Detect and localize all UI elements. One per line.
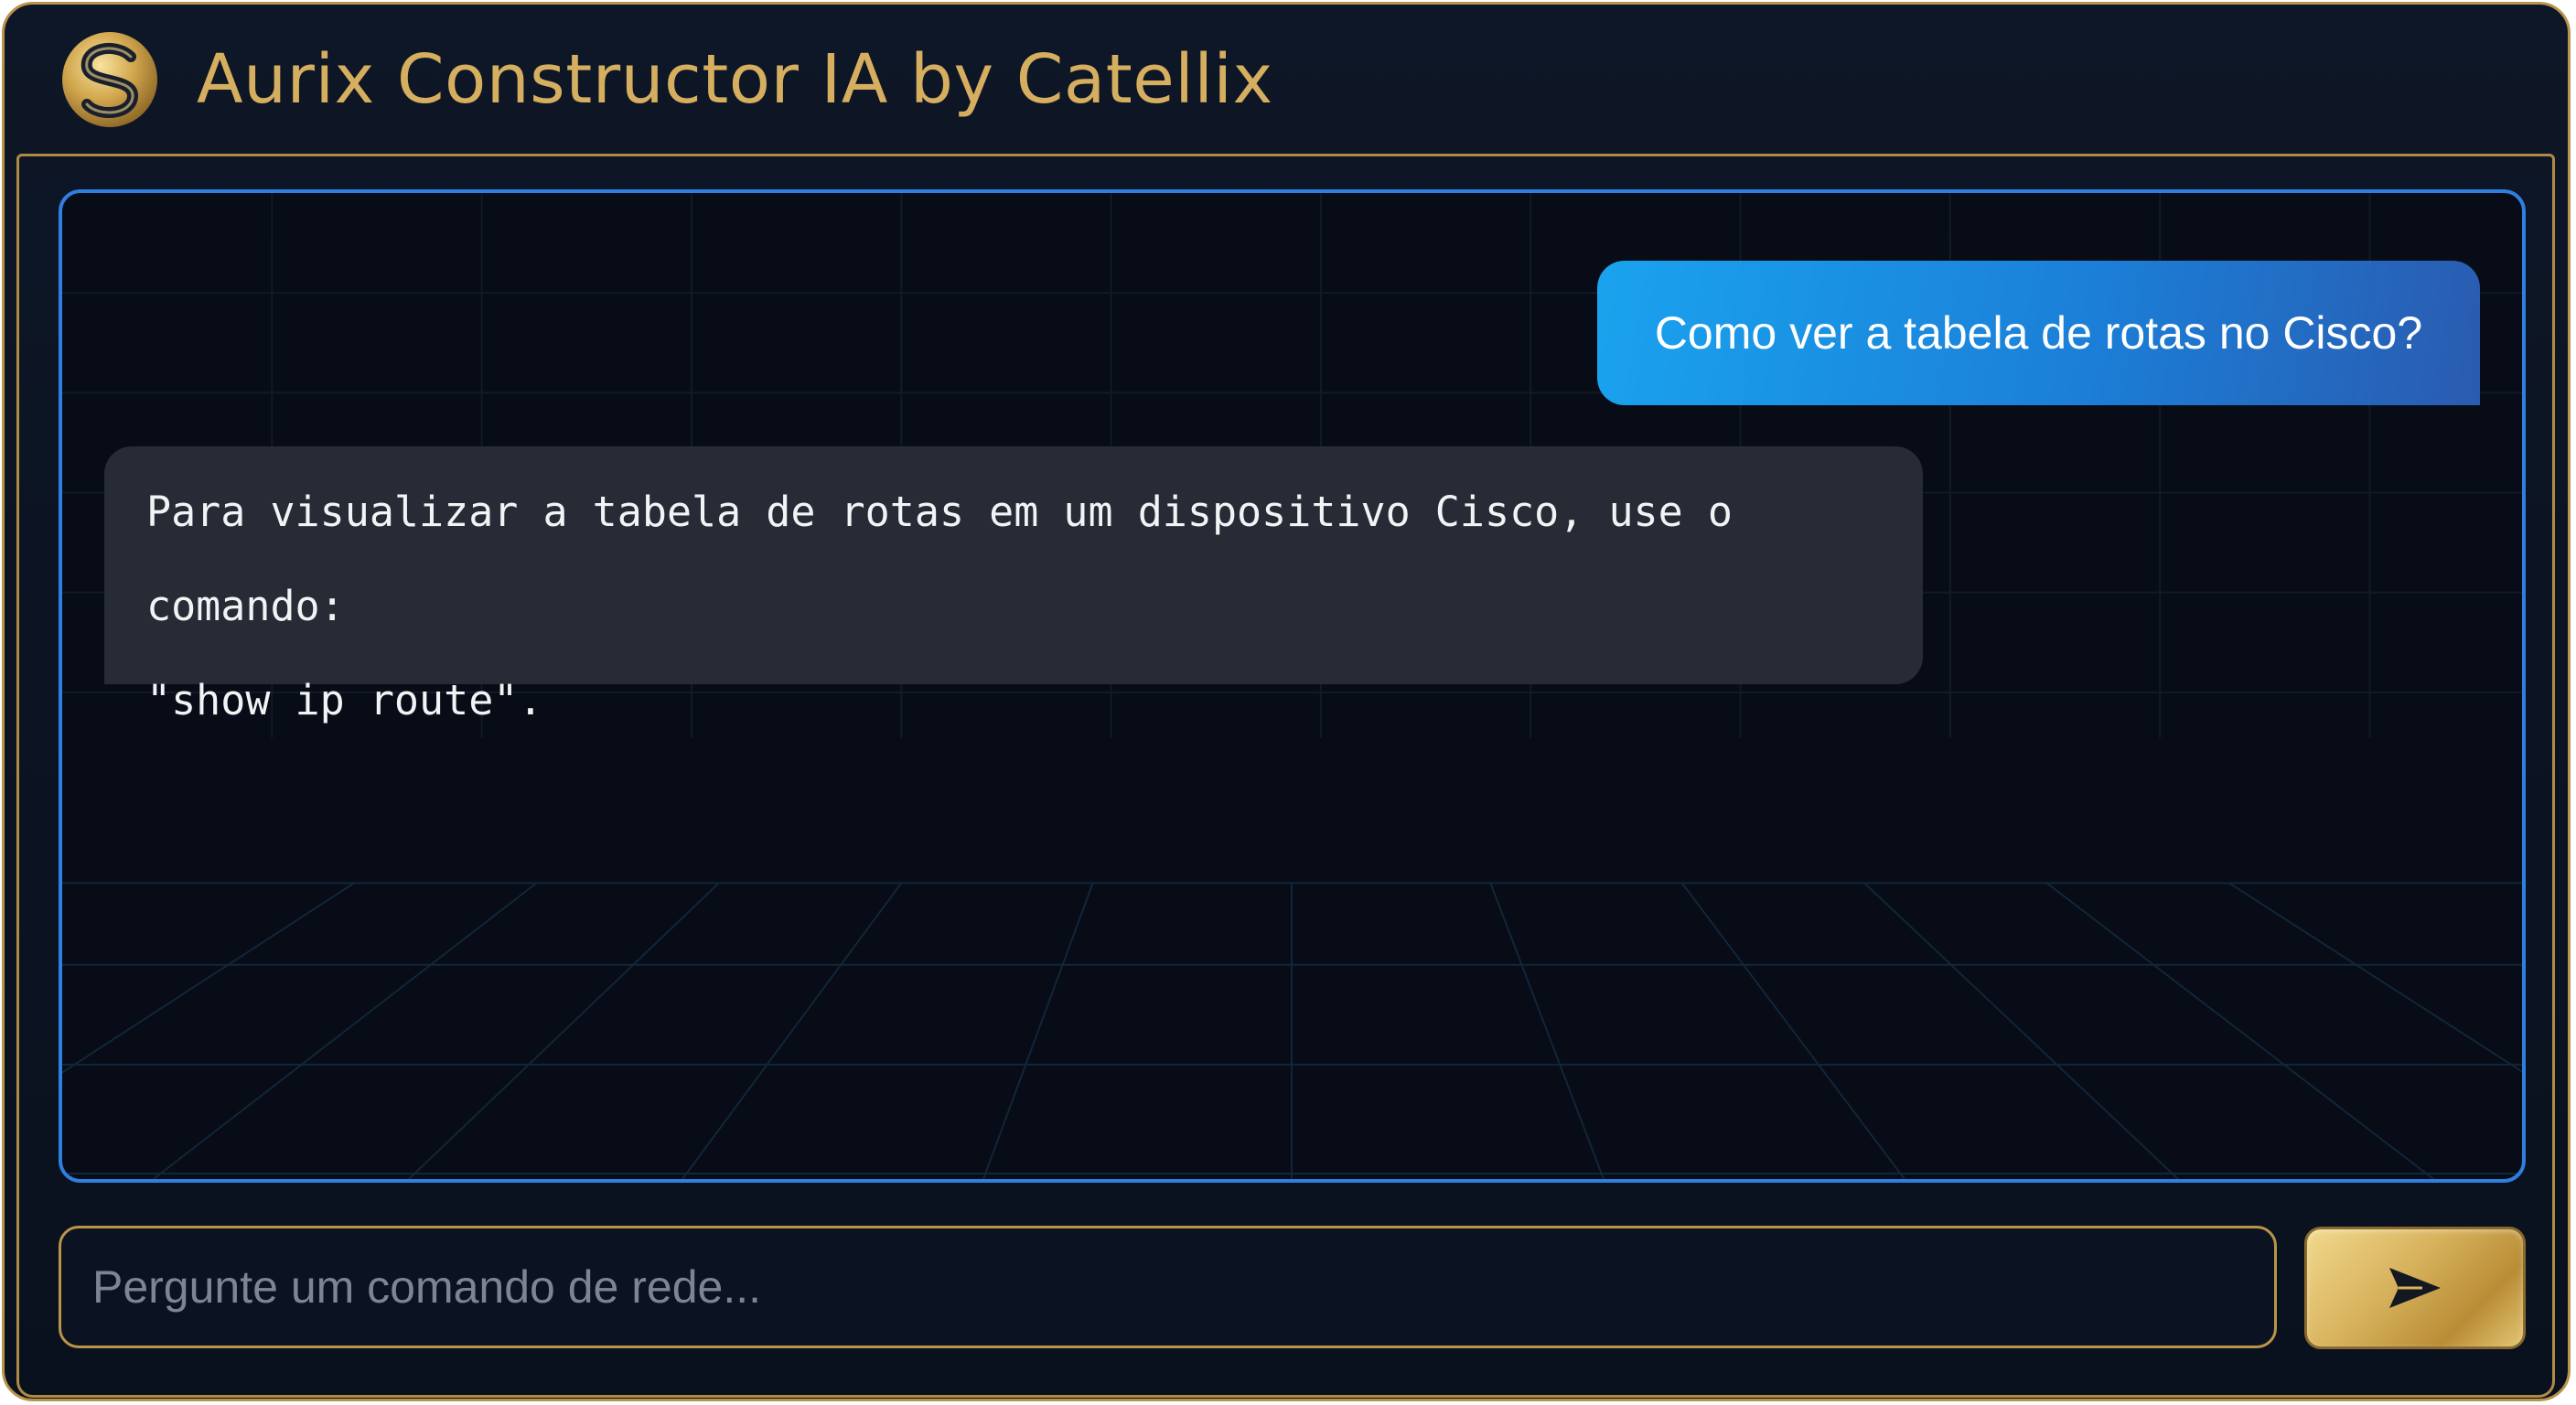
assistant-message-text: Para visualizar a tabela de rotas em um …	[146, 488, 1733, 724]
app-header: Aurix Constructor IA by Catellix	[5, 5, 2568, 155]
user-message: Como ver a tabela de rotas no Cisco?	[1597, 261, 2480, 405]
assistant-message: Para visualizar a tabela de rotas em um …	[104, 446, 1923, 724]
send-button[interactable]	[2304, 1227, 2526, 1349]
app-title: Aurix Constructor IA by Catellix	[197, 40, 1273, 119]
send-arrow-icon	[2389, 1268, 2441, 1308]
command-input[interactable]	[59, 1226, 2277, 1348]
user-message-text: Como ver a tabela de rotas no Cisco?	[1654, 307, 2423, 359]
app-window: Aurix Constructor IA by Catellix Como ve…	[2, 2, 2571, 1401]
gold-s-logo-icon	[62, 32, 157, 127]
chat-panel[interactable]: Como ver a tabela de rotas no Cisco? Par…	[59, 189, 2526, 1183]
